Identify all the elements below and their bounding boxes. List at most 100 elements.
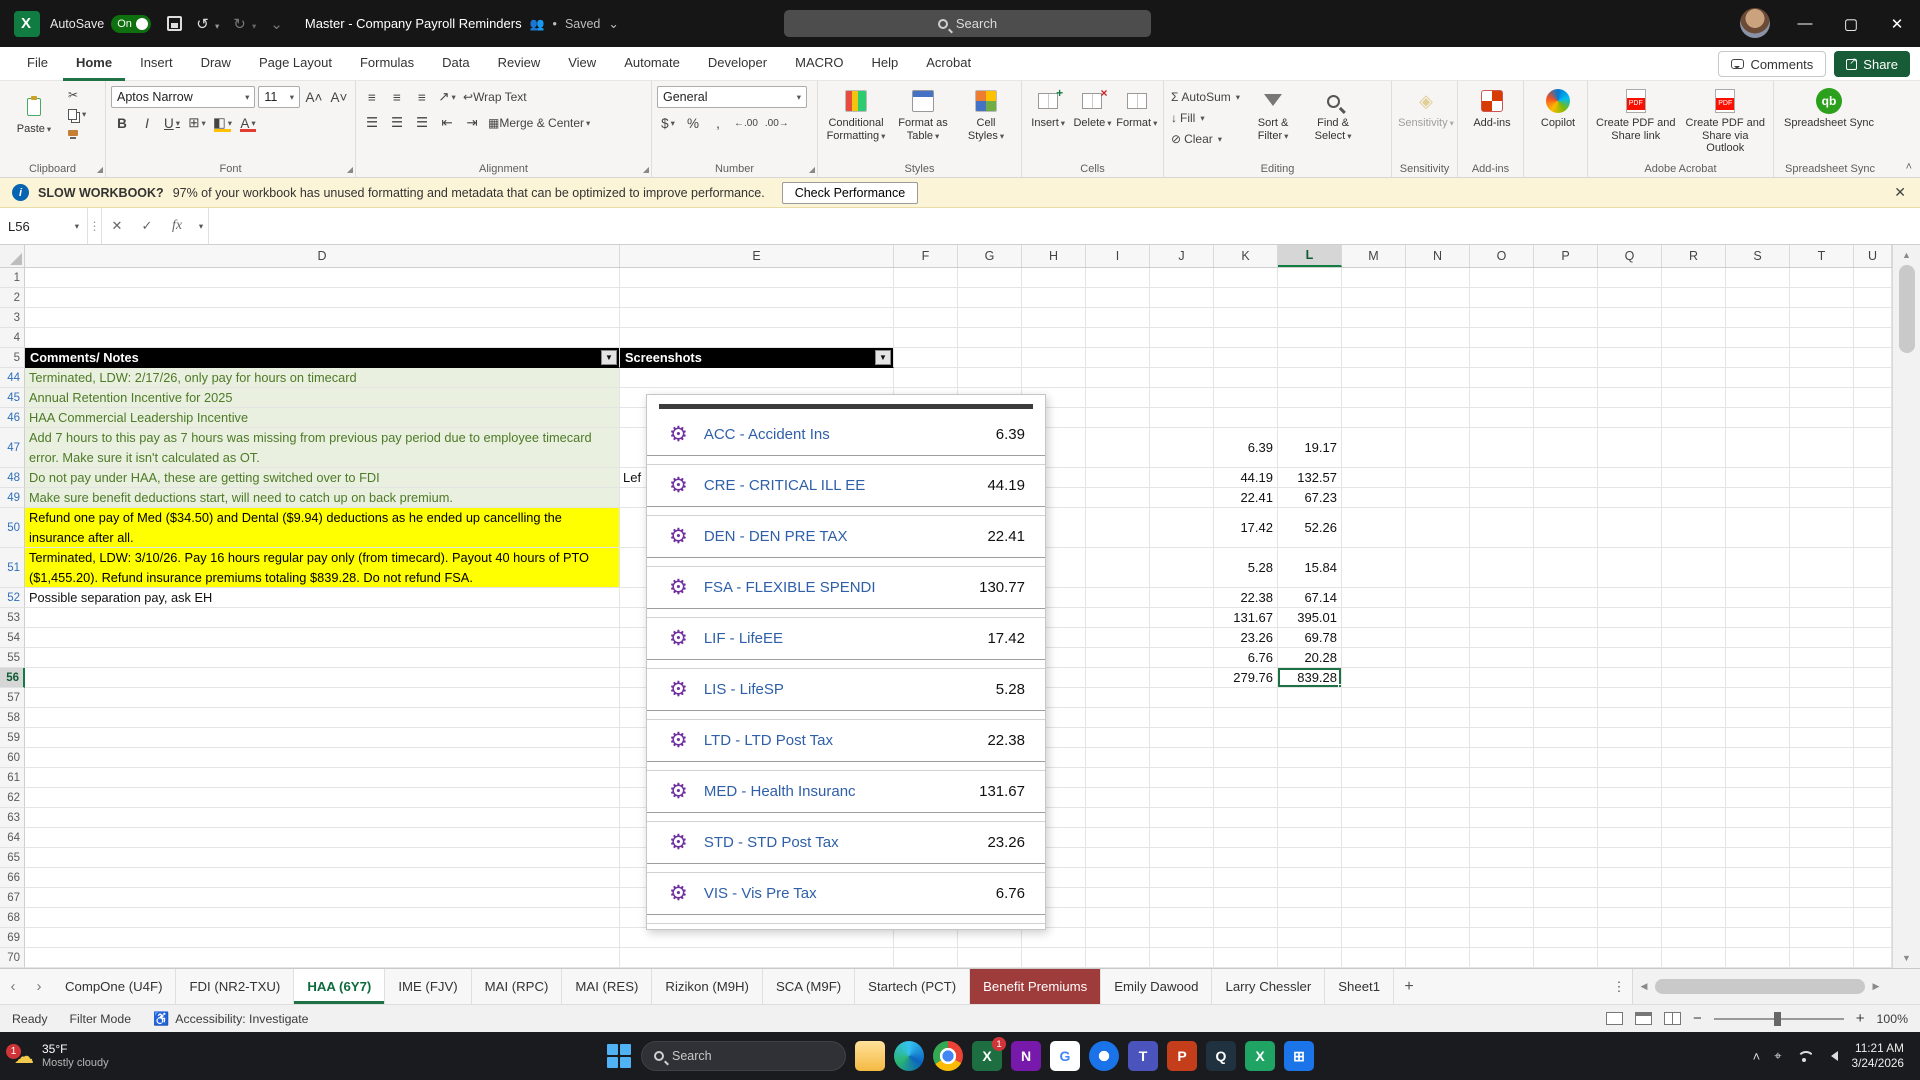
cell-R65[interactable] [1662,848,1726,868]
cell-styles-button[interactable]: Cell Styles ▾ [957,86,1015,159]
cell-J64[interactable] [1150,828,1214,848]
cell-J1[interactable] [1150,268,1214,288]
cell-O46[interactable] [1470,408,1534,428]
cell-N52[interactable] [1406,588,1470,608]
worksheet-grid[interactable]: 1 2 3 4 5 Comments/ Notes ▼ Screenshots ▼ 44 Termi… [0,268,1892,968]
cell-G4[interactable] [958,328,1022,348]
cell-I5[interactable] [1086,348,1150,368]
cell-R60[interactable] [1662,748,1726,768]
cell-I50[interactable] [1086,508,1150,548]
cell-M60[interactable] [1342,748,1406,768]
cell-T45[interactable] [1790,388,1854,408]
cell-Q50[interactable] [1598,508,1662,548]
cell-E4[interactable] [620,328,894,348]
cell-D66[interactable] [25,868,620,888]
cell-O65[interactable] [1470,848,1534,868]
cell-O68[interactable] [1470,908,1534,928]
cell-F70[interactable] [894,948,958,968]
cell-Q47[interactable] [1598,428,1662,468]
cell-N45[interactable] [1406,388,1470,408]
ribbon-tab-macro[interactable]: MACRO [782,47,856,81]
cell-L60[interactable] [1278,748,1342,768]
zoom-slider-thumb[interactable] [1773,1011,1781,1026]
cell-J4[interactable] [1150,328,1214,348]
page-break-view-icon[interactable] [1664,1012,1682,1025]
cell-L4[interactable] [1278,328,1342,348]
cell-I55[interactable] [1086,648,1150,668]
cell-R69[interactable] [1662,928,1726,948]
cell-K44[interactable] [1214,368,1278,388]
cell-I47[interactable] [1086,428,1150,468]
cell-P4[interactable] [1534,328,1598,348]
cell-K67[interactable] [1214,888,1278,908]
cell-J5[interactable] [1150,348,1214,368]
cell-D60[interactable] [25,748,620,768]
cell-L53[interactable]: 395.01 [1278,608,1342,628]
cell-R54[interactable] [1662,628,1726,648]
cell-I61[interactable] [1086,768,1150,788]
sheet-tab-sheet1[interactable]: Sheet1 [1325,969,1395,1004]
cell-I4[interactable] [1086,328,1150,348]
cell-M50[interactable] [1342,508,1406,548]
cell-O61[interactable] [1470,768,1534,788]
cell-D2[interactable] [25,288,620,308]
cell-O44[interactable] [1470,368,1534,388]
row-header-68[interactable]: 68 [0,908,25,928]
cell-M46[interactable] [1342,408,1406,428]
cell-I64[interactable] [1086,828,1150,848]
cell-U62[interactable] [1854,788,1892,808]
cell-L51[interactable]: 15.84 [1278,548,1342,588]
cell-P48[interactable] [1534,468,1598,488]
cell-I65[interactable] [1086,848,1150,868]
cell-F5[interactable] [894,348,958,368]
cell-D57[interactable] [25,688,620,708]
fill-handle[interactable] [1338,684,1341,687]
select-all-corner[interactable] [0,245,25,267]
cell-P46[interactable] [1534,408,1598,428]
cell-L68[interactable] [1278,908,1342,928]
cell-U64[interactable] [1854,828,1892,848]
ribbon-tab-data[interactable]: Data [429,47,482,81]
cell-R67[interactable] [1662,888,1726,908]
cell-R56[interactable] [1662,668,1726,688]
cell-U51[interactable] [1854,548,1892,588]
insert-function-icon[interactable]: fx [162,208,192,244]
cell-Q64[interactable] [1598,828,1662,848]
taskbar-icon-store[interactable]: ⊞ [1284,1041,1314,1071]
sheet-tab-emily-dawood[interactable]: Emily Dawood [1101,969,1213,1004]
cell-S68[interactable] [1726,908,1790,928]
cell-M66[interactable] [1342,868,1406,888]
cell-D44[interactable]: Terminated, LDW: 2/17/26, only pay for h… [25,368,620,388]
borders-button[interactable]: ⊞ ▾ [186,112,208,134]
taskbar-clock[interactable]: 11:21 AM 3/24/2026 [1852,1041,1904,1071]
scroll-right-icon[interactable]: ▶ [1865,981,1887,992]
percent-button[interactable]: % [682,112,704,134]
cell-I66[interactable] [1086,868,1150,888]
minimize-button[interactable]: — [1782,0,1828,47]
cell-L62[interactable] [1278,788,1342,808]
cell-I63[interactable] [1086,808,1150,828]
cell-N66[interactable] [1406,868,1470,888]
cell-R64[interactable] [1662,828,1726,848]
cell-L61[interactable] [1278,768,1342,788]
cell-T62[interactable] [1790,788,1854,808]
cell-O3[interactable] [1470,308,1534,328]
cell-P47[interactable] [1534,428,1598,468]
merge-center-button[interactable]: ▦ Merge & Center ▾ [486,112,592,134]
cell-T67[interactable] [1790,888,1854,908]
tray-chevron-up-icon[interactable]: ˄ [1753,1049,1761,1064]
ribbon-tab-acrobat[interactable]: Acrobat [913,47,984,81]
cell-U67[interactable] [1854,888,1892,908]
row-header-56[interactable]: 56 [0,668,25,688]
cell-I53[interactable] [1086,608,1150,628]
cell-L1[interactable] [1278,268,1342,288]
cell-L59[interactable] [1278,728,1342,748]
sheet-tab-benefit-premiums[interactable]: Benefit Premiums [970,969,1102,1004]
cell-Q59[interactable] [1598,728,1662,748]
cell-Q5[interactable] [1598,348,1662,368]
cell-K57[interactable] [1214,688,1278,708]
cell-I57[interactable] [1086,688,1150,708]
cell-N54[interactable] [1406,628,1470,648]
cell-E69[interactable] [620,928,894,948]
cell-D55[interactable] [25,648,620,668]
